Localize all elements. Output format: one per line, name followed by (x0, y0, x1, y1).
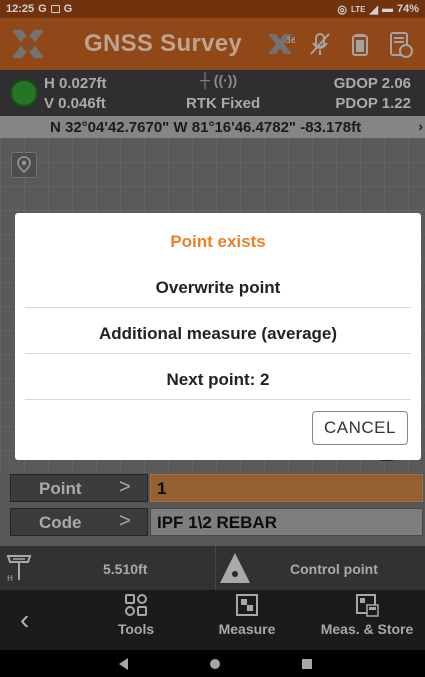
additional-measure-option[interactable]: Additional measure (average) (25, 324, 411, 344)
next-point-option[interactable]: Next point: 2 (25, 370, 411, 390)
divider (25, 353, 411, 354)
point-exists-dialog: Point exists Overwrite point Additional … (15, 213, 421, 460)
divider (25, 399, 411, 400)
overwrite-point-option[interactable]: Overwrite point (25, 278, 411, 298)
dialog-title: Point exists (170, 232, 266, 251)
cancel-button[interactable]: CANCEL (312, 411, 408, 445)
divider (25, 307, 411, 308)
